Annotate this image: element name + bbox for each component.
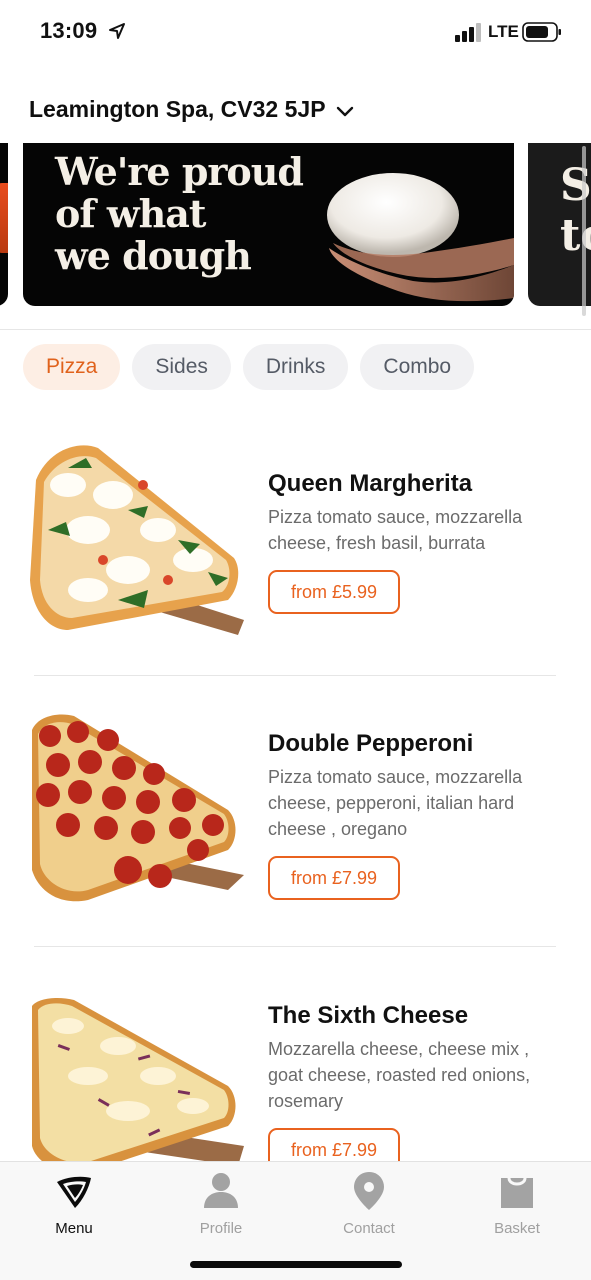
divider — [34, 946, 556, 947]
divider — [0, 329, 591, 330]
price-button[interactable]: from £7.99 — [268, 856, 401, 900]
nav-basket[interactable]: Basket — [457, 1170, 577, 1237]
signal-icon — [455, 23, 481, 42]
banner-next-title: Sa to — [560, 160, 591, 261]
battery-icon — [522, 22, 561, 42]
category-tabs: Pizza Sides Drinks Combo — [23, 344, 475, 390]
pepperoni-pizza-image — [32, 714, 244, 902]
menu-item-name: Double Pepperoni — [268, 730, 474, 757]
menu-item-info: Queen Margherita Pizza tomato sauce, moz… — [268, 470, 568, 614]
location-selector[interactable]: Leamington Spa, CV32 5JP — [29, 96, 354, 123]
chevron-down-icon — [336, 106, 353, 116]
pizza-slice-icon — [57, 1176, 91, 1208]
menu-item-name: Queen Margherita — [268, 470, 473, 497]
status-time: 13:09 — [40, 18, 98, 43]
tab-combo[interactable]: Combo — [360, 344, 475, 390]
status-bar: 13:09 LTE — [0, 0, 591, 66]
nav-label: Basket — [494, 1220, 540, 1237]
tab-drinks[interactable]: Drinks — [242, 344, 349, 390]
home-indicator[interactable] — [190, 1261, 402, 1268]
nav-label: Menu — [55, 1220, 93, 1237]
promo-banner-previous[interactable] — [0, 143, 8, 306]
nav-menu[interactable]: Menu — [14, 1170, 134, 1237]
profile-icon — [204, 1173, 238, 1208]
location-arrow-icon — [109, 23, 125, 39]
menu-item-info: The Sixth Cheese Mozzarella cheese, chee… — [268, 1002, 568, 1172]
tab-sides[interactable]: Sides — [132, 344, 231, 390]
menu-item-description: Pizza tomato sauce, mozzarella cheese, p… — [268, 767, 523, 839]
network-label: LTE — [488, 22, 519, 41]
pizza-peek-image — [0, 183, 8, 253]
location-pin-icon — [354, 1172, 384, 1210]
nav-contact[interactable]: Contact — [309, 1170, 429, 1237]
basket-icon — [501, 1177, 533, 1208]
menu-item-description: Mozzarella cheese, cheese mix , goat che… — [268, 1039, 531, 1111]
price-button[interactable]: from £5.99 — [268, 570, 401, 614]
promo-banner[interactable]: We're proud of what we dough — [23, 143, 514, 306]
dough-hand-image — [327, 173, 514, 302]
scroll-indicator — [582, 146, 586, 316]
cheese-pizza-image — [32, 998, 244, 1173]
menu-item-name: The Sixth Cheese — [268, 1002, 469, 1029]
menu-item-description: Pizza tomato sauce, mozzarella cheese, f… — [268, 507, 523, 553]
nav-profile[interactable]: Profile — [161, 1170, 281, 1237]
nav-label: Profile — [199, 1220, 243, 1237]
divider — [34, 675, 556, 676]
promo-carousel[interactable]: We're proud of what we dough Sa to — [0, 143, 591, 308]
nav-label: Contact — [343, 1220, 395, 1237]
banner-title: We're proud of what we dough — [55, 149, 304, 278]
margherita-pizza-image — [30, 445, 244, 635]
menu-item-info: Double Pepperoni Pizza tomato sauce, moz… — [268, 730, 568, 900]
location-label: Leamington Spa, CV32 5JP — [29, 96, 326, 122]
tab-pizza[interactable]: Pizza — [23, 344, 121, 390]
